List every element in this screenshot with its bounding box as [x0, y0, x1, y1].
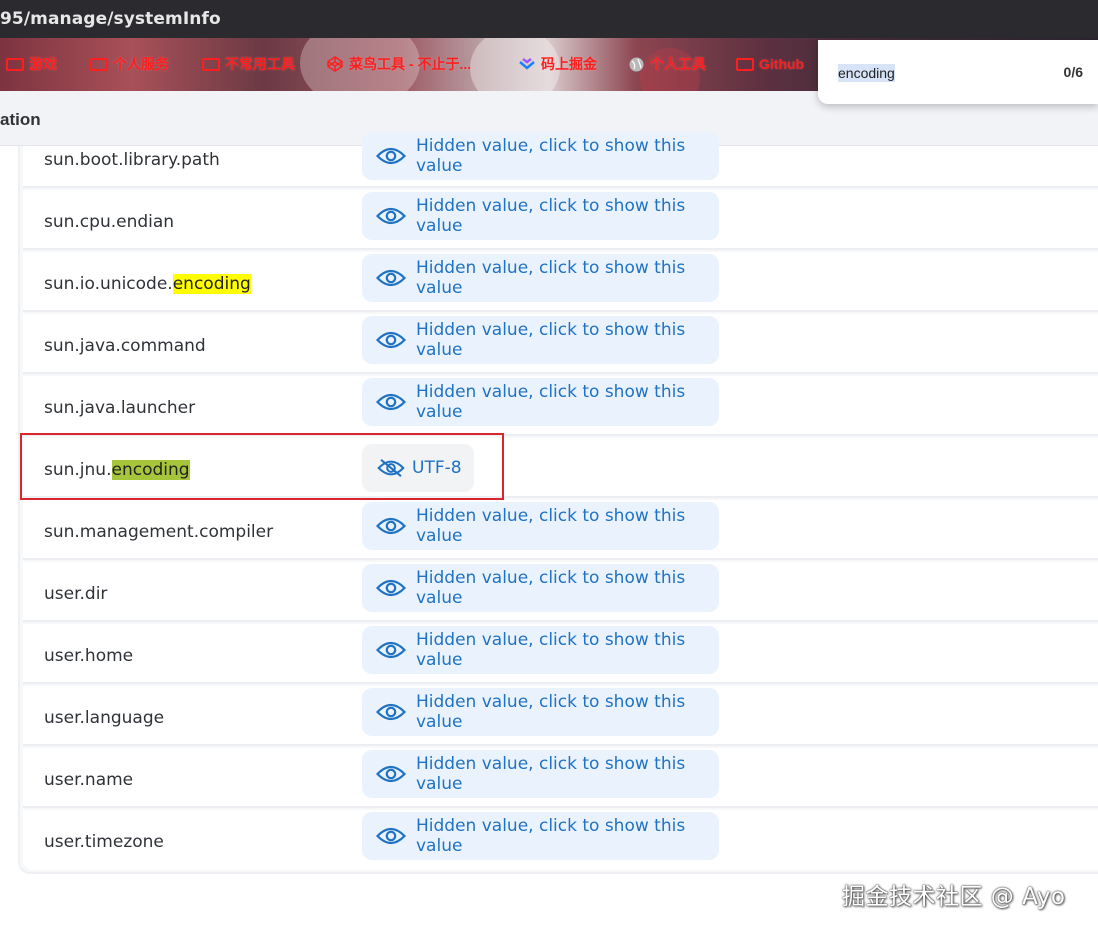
reveal-value-label: Hidden value, click to show this value: [416, 258, 686, 298]
folder-icon: [202, 57, 220, 71]
bookmark-juejin-code[interactable]: 码上掘金: [518, 54, 597, 74]
eye-icon: [376, 517, 406, 535]
reveal-value-button[interactable]: Hidden value, click to show this value: [362, 750, 719, 798]
property-key: sun.io.unicode.encoding: [44, 274, 251, 294]
eye-icon: [376, 393, 406, 411]
find-match-count: 0/6: [1063, 64, 1083, 80]
reveal-value-label: Hidden value, click to show this value: [416, 382, 686, 422]
bookmark-label: Github: [759, 56, 805, 72]
eye-icon: [376, 765, 406, 783]
reveal-value-label: Hidden value, click to show this value: [416, 136, 686, 176]
property-key: user.timezone: [44, 832, 164, 852]
property-key: user.home: [44, 646, 134, 666]
reveal-value-button[interactable]: Hidden value, click to show this value: [362, 132, 719, 180]
bookmark-label: 游戏: [29, 56, 57, 72]
eye-icon: [376, 147, 406, 165]
eye-icon: [376, 207, 406, 225]
reveal-value-button[interactable]: Hidden value, click to show this value: [362, 502, 719, 550]
globe-icon: [627, 55, 645, 73]
bookmark-label: 码上掘金: [541, 56, 597, 72]
table-row: sun.cpu.endian Hidden value, click to sh…: [23, 190, 1098, 250]
property-key: user.language: [44, 708, 165, 728]
find-in-page-bar: encoding 0/6: [818, 40, 1098, 104]
reveal-value-label: Hidden value, click to show this value: [416, 568, 686, 608]
reveal-value-label: Hidden value, click to show this value: [416, 630, 686, 670]
bookmark-label: 个人服务: [113, 56, 169, 72]
property-key-prefix: sun.jnu.: [44, 460, 112, 480]
reveal-value-label: Hidden value, click to show this value: [416, 320, 686, 360]
bookmark-label: 不常用工具: [225, 56, 295, 72]
url-text[interactable]: 95/manage/systemInfo: [0, 9, 221, 29]
reveal-value-label: Hidden value, click to show this value: [416, 816, 686, 856]
codepen-icon: [326, 55, 344, 73]
table-row: user.timezone Hidden value, click to sho…: [23, 810, 1098, 870]
system-properties-table: sun.boot.library.path Hidden value, clic…: [18, 132, 1098, 874]
reveal-value-button[interactable]: Hidden value, click to show this value: [362, 812, 719, 860]
table-row: sun.java.command Hidden value, click to …: [23, 314, 1098, 374]
bookmark-runoob-tools[interactable]: 菜鸟工具 - 不止于...: [326, 54, 471, 74]
find-match-highlight-current: encoding: [111, 460, 190, 480]
folder-icon: [90, 57, 108, 71]
reveal-value-button[interactable]: Hidden value, click to show this value: [362, 254, 719, 302]
property-key: sun.java.command: [44, 336, 206, 356]
eye-icon: [376, 641, 406, 659]
table-row: sun.boot.library.path Hidden value, clic…: [23, 132, 1098, 188]
property-value: UTF-8: [412, 458, 462, 478]
property-key: sun.cpu.endian: [44, 212, 175, 232]
property-key: sun.jnu.encoding: [44, 460, 190, 480]
table-row: user.name Hidden value, click to show th…: [23, 748, 1098, 808]
bookmark-github[interactable]: Github: [736, 54, 804, 74]
table-row: sun.management.compiler Hidden value, cl…: [23, 500, 1098, 560]
eye-icon: [376, 827, 406, 845]
table-row: sun.java.launcher Hidden value, click to…: [23, 376, 1098, 436]
table-row: user.language Hidden value, click to sho…: [23, 686, 1098, 746]
bookmark-personal-tools[interactable]: 个人工具: [627, 54, 706, 74]
folder-icon: [6, 57, 24, 71]
watermark: 掘金技术社区 @ Ayo: [842, 884, 1066, 910]
bookmark-games[interactable]: 游戏: [6, 54, 57, 74]
table-row: sun.jnu.encoding UTF-8: [23, 438, 1098, 498]
property-key: sun.management.compiler: [44, 522, 274, 542]
reveal-value-button[interactable]: Hidden value, click to show this value: [362, 378, 719, 426]
reveal-value-label: Hidden value, click to show this value: [416, 196, 686, 236]
reveal-value-label: Hidden value, click to show this value: [416, 754, 686, 794]
reveal-value-button[interactable]: Hidden value, click to show this value: [362, 688, 719, 736]
juejin-icon: [518, 55, 536, 73]
reveal-value-button[interactable]: Hidden value, click to show this value: [362, 564, 719, 612]
bookmark-label: 菜鸟工具 - 不止于...: [349, 56, 472, 72]
property-key: sun.boot.library.path: [44, 150, 220, 170]
hide-value-button[interactable]: UTF-8: [362, 444, 474, 492]
table-row: user.home Hidden value, click to show th…: [23, 624, 1098, 684]
bookmark-uncommon-tools[interactable]: 不常用工具: [202, 54, 295, 74]
reveal-value-button[interactable]: Hidden value, click to show this value: [362, 316, 719, 364]
property-key: user.name: [44, 770, 134, 790]
reveal-value-button[interactable]: Hidden value, click to show this value: [362, 626, 719, 674]
reveal-value-label: Hidden value, click to show this value: [416, 692, 686, 732]
page-title: ation: [0, 110, 41, 129]
property-key: user.dir: [44, 584, 108, 604]
reveal-value-label: Hidden value, click to show this value: [416, 506, 686, 546]
bookmark-label: 个人工具: [650, 56, 706, 72]
property-key-prefix: sun.io.unicode.: [44, 274, 173, 294]
address-bar[interactable]: 95/manage/systemInfo: [0, 0, 1098, 38]
eye-icon: [376, 703, 406, 721]
bookmark-personal-services[interactable]: 个人服务: [90, 54, 169, 74]
eye-icon: [376, 331, 406, 349]
reveal-value-button[interactable]: Hidden value, click to show this value: [362, 192, 719, 240]
eye-icon: [376, 579, 406, 597]
folder-icon: [736, 57, 754, 71]
property-key: sun.java.launcher: [44, 398, 196, 418]
eye-icon: [376, 269, 406, 287]
table-row: sun.io.unicode.encoding Hidden value, cl…: [23, 252, 1098, 312]
table-row: user.dir Hidden value, click to show thi…: [23, 562, 1098, 622]
eye-off-icon: [377, 459, 405, 477]
find-input[interactable]: encoding: [838, 64, 895, 82]
find-match-highlight: encoding: [172, 274, 251, 294]
